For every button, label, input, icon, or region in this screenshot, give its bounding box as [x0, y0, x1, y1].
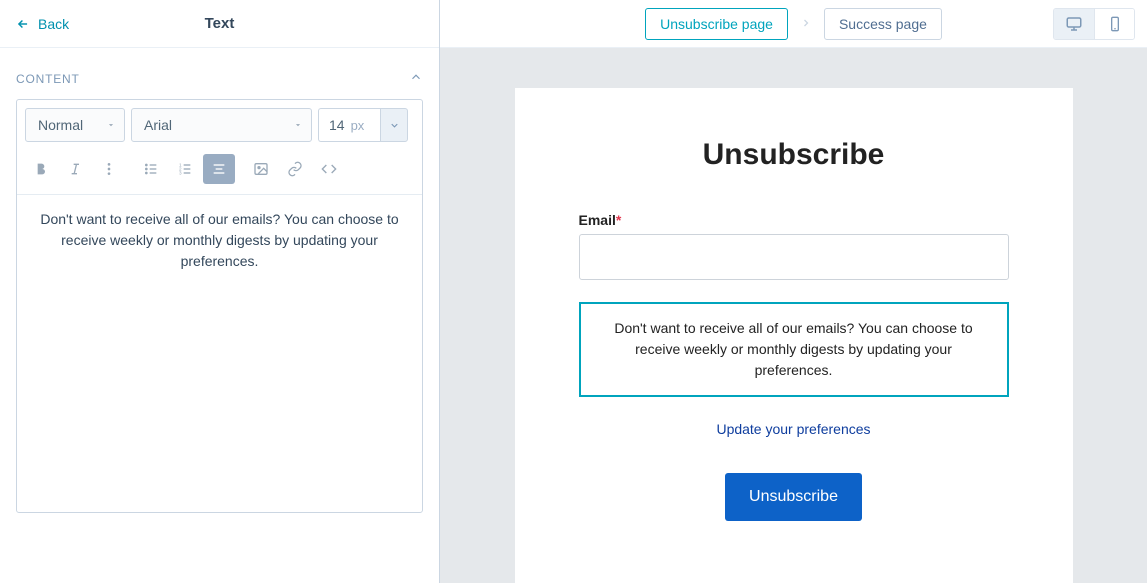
font-family-value: Arial: [144, 117, 172, 133]
align-center-button[interactable]: [203, 154, 235, 184]
font-size-input[interactable]: 14 px: [318, 108, 380, 142]
submit-row: Unsubscribe: [579, 473, 1009, 521]
tab-success-page[interactable]: Success page: [824, 8, 942, 40]
sidebar-title: Text: [205, 15, 235, 32]
arrow-left-icon: [16, 17, 30, 31]
more-text-options-button[interactable]: [93, 154, 125, 184]
code-view-button[interactable]: [313, 154, 345, 184]
bullet-list-button[interactable]: [135, 154, 167, 184]
font-family-select[interactable]: Arial: [131, 108, 312, 142]
preferences-link-row: Update your preferences: [579, 421, 1009, 437]
form-preview-card: Unsubscribe Email* Don't want to receive…: [515, 88, 1073, 583]
desktop-preview-button[interactable]: [1054, 9, 1094, 39]
email-field-row: Email*: [579, 212, 1009, 280]
content-section-label: CONTENT: [16, 72, 80, 86]
email-input[interactable]: [579, 234, 1009, 280]
chevron-down-icon: [106, 117, 116, 133]
font-size-value: 14: [329, 117, 345, 133]
image-icon: [253, 161, 269, 177]
more-vertical-icon: [101, 161, 117, 177]
numbered-list-icon: 123: [177, 161, 193, 177]
insert-image-button[interactable]: [245, 154, 277, 184]
italic-button[interactable]: [59, 154, 91, 184]
back-label: Back: [38, 16, 69, 32]
toolbar-actions: 123: [17, 150, 422, 194]
mobile-icon: [1107, 16, 1123, 32]
link-icon: [287, 161, 303, 177]
tab-unsubscribe-page[interactable]: Unsubscribe page: [645, 8, 788, 40]
form-heading: Unsubscribe: [579, 138, 1009, 172]
selected-text-block[interactable]: Don't want to receive all of our emails?…: [579, 302, 1009, 397]
chevron-down-icon: [293, 117, 303, 133]
font-size-control: 14 px: [318, 108, 408, 142]
desktop-icon: [1065, 15, 1083, 33]
preview-panel: Unsubscribe page Success page Unsubscrib…: [440, 0, 1147, 583]
paragraph-style-select[interactable]: Normal: [25, 108, 125, 142]
paragraph-style-value: Normal: [38, 117, 83, 133]
bullet-list-icon: [143, 161, 159, 177]
align-center-icon: [211, 161, 227, 177]
page-tabs: Unsubscribe page Success page: [645, 8, 942, 40]
sidebar-header: Back Text: [0, 0, 439, 48]
font-size-unit: px: [351, 118, 365, 133]
chevron-up-icon: [409, 70, 423, 87]
code-icon: [321, 161, 337, 177]
back-button[interactable]: Back: [16, 16, 69, 32]
insert-link-button[interactable]: [279, 154, 311, 184]
editor-textarea[interactable]: Don't want to receive all of our emails?…: [17, 194, 422, 512]
font-size-dropdown-button[interactable]: [380, 108, 408, 142]
mobile-preview-button[interactable]: [1094, 9, 1134, 39]
numbered-list-button[interactable]: 123: [169, 154, 201, 184]
preview-canvas: Unsubscribe Email* Don't want to receive…: [440, 48, 1147, 583]
update-preferences-link[interactable]: Update your preferences: [716, 421, 870, 437]
chevron-right-icon: [800, 16, 812, 32]
italic-icon: [67, 161, 83, 177]
svg-text:3: 3: [179, 170, 182, 175]
editor-sidebar: Back Text CONTENT Normal Arial: [0, 0, 440, 583]
email-label-text: Email: [579, 212, 616, 228]
page-tabs-row: Unsubscribe page Success page: [440, 0, 1147, 48]
device-preview-toggle: [1053, 8, 1135, 40]
required-mark: *: [616, 212, 621, 228]
toolbar-formats: Normal Arial 14 px: [17, 100, 422, 150]
chevron-down-icon: [389, 120, 400, 131]
unsubscribe-button[interactable]: Unsubscribe: [725, 473, 862, 521]
email-field-label: Email*: [579, 212, 1009, 228]
content-section-header[interactable]: CONTENT: [0, 48, 439, 99]
bold-icon: [33, 161, 49, 177]
text-editor: Normal Arial 14 px: [16, 99, 423, 513]
bold-button[interactable]: [25, 154, 57, 184]
